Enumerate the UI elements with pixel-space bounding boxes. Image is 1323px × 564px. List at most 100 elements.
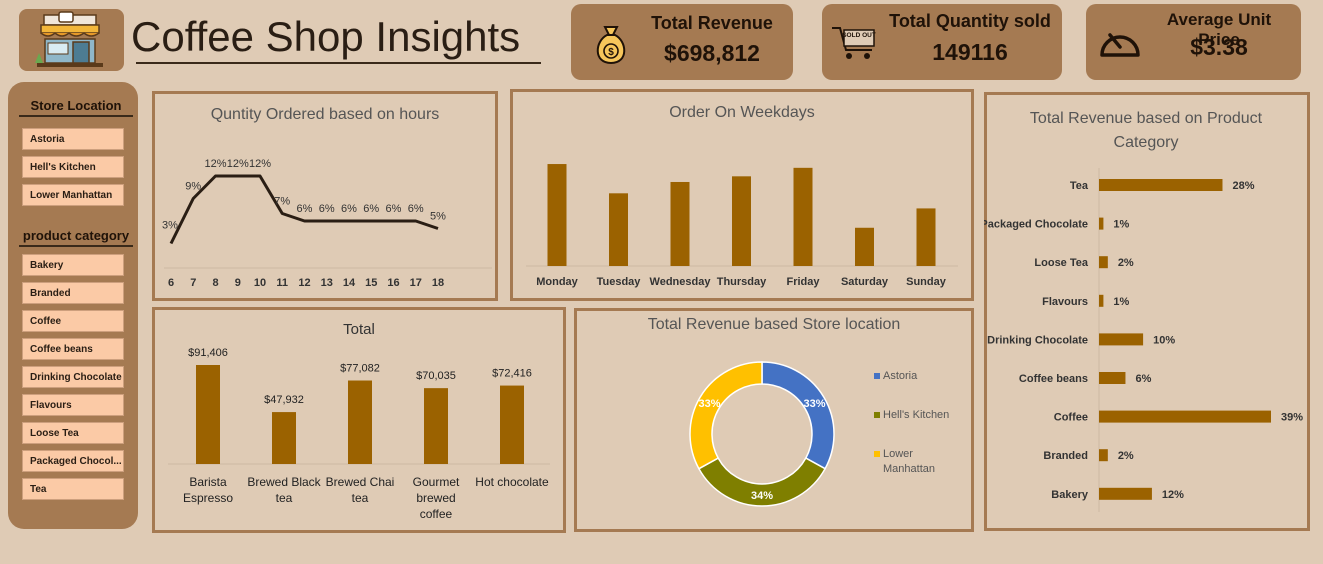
total-tick-label: Brewed Chai tea (326, 475, 395, 505)
hours-data-label: 6% (363, 203, 379, 215)
weekdays-tick-label: Saturday (841, 276, 889, 288)
slicer-location-item[interactable]: Lower Manhattan (22, 184, 124, 206)
category-tick-label: Coffee beans (1019, 373, 1088, 385)
category-tick-label: Bakery (1051, 489, 1089, 501)
store-location-underline (19, 115, 133, 117)
hours-tick-label: 6 (168, 277, 174, 289)
kpi-revenue-label: Total Revenue (651, 13, 773, 33)
store-legend-swatch (874, 412, 880, 418)
category-bar (1099, 256, 1108, 269)
category-tick-label: Loose Tea (1034, 257, 1088, 269)
category-data-label: 2% (1118, 257, 1134, 269)
hours-tick-label: 18 (432, 277, 444, 289)
category-data-label: 6% (1135, 373, 1151, 385)
slicer-category-item[interactable]: Tea (22, 478, 124, 500)
store-legend-swatch (874, 451, 880, 457)
total-bar (500, 385, 524, 464)
slicer-category-item[interactable]: Bakery (22, 254, 124, 276)
slicer-location-item[interactable]: Astoria (22, 128, 124, 150)
category-bar (1099, 179, 1223, 191)
hours-tick-label: 10 (254, 277, 266, 289)
weekdays-bar (547, 164, 567, 266)
hours-tick-label: 12 (298, 277, 310, 289)
total-data-label: $77,082 (340, 363, 380, 375)
store-location-heading: Store Location (30, 98, 122, 113)
weekdays-tick-label: Tuesday (597, 276, 642, 288)
hours-data-label: 3% (162, 220, 178, 232)
weekdays-tick-label: Wednesday (650, 276, 712, 288)
total-bar (196, 365, 220, 464)
store-legend-label: Astoria (883, 370, 918, 382)
total-data-label: $47,932 (264, 394, 304, 406)
hours-data-label: 6% (408, 203, 424, 215)
hours-data-label: 7% (274, 196, 290, 208)
weekdays-bar (916, 208, 936, 266)
shopping-cart-icon: SOLD OUT (832, 27, 876, 59)
slicer-location-item[interactable]: Hell's Kitchen (22, 156, 124, 178)
store-legend-label: Lower (883, 448, 913, 460)
total-bar (348, 380, 372, 464)
store-donut-slice (761, 361, 835, 470)
weekdays-tick-label: Monday (536, 276, 578, 288)
hours-tick-label: 9 (235, 277, 241, 289)
category-bar (1099, 333, 1144, 346)
category-data-label: 2% (1118, 450, 1134, 462)
weekdays-bar (670, 181, 690, 266)
kpi-revenue-value: $698,812 (664, 40, 760, 66)
store-donut-slice (689, 361, 763, 470)
sold-out-badge: SOLD OUT (842, 32, 876, 39)
money-bag-icon: $ (596, 26, 626, 65)
coffee-shop-icon (35, 11, 103, 67)
hours-tick-label: 17 (410, 277, 422, 289)
category-data-label: 1% (1113, 296, 1129, 308)
total-data-label: $72,416 (492, 368, 532, 380)
slicer-category-item[interactable]: Loose Tea (22, 422, 124, 444)
category-bar (1099, 217, 1104, 230)
category-bar (1099, 410, 1271, 423)
category-data-label: 39% (1281, 412, 1303, 424)
slicer-category-item[interactable]: Drinking Chocolate (22, 366, 124, 388)
category-bar (1099, 372, 1126, 384)
store-data-label: 33% (698, 398, 720, 410)
total-bar (272, 412, 296, 464)
total-bar (424, 388, 448, 464)
category-data-label: 12% (1162, 489, 1184, 501)
slicer-category-item[interactable]: Branded (22, 282, 124, 304)
hours-tick-label: 13 (321, 277, 333, 289)
hours-data-label: 12% (249, 158, 271, 170)
weekdays-tick-label: Sunday (906, 276, 947, 288)
weekdays-bar (732, 176, 751, 266)
weekdays-bar (609, 193, 628, 266)
hours-data-label: 12% (204, 158, 226, 170)
hours-data-label: 5% (430, 211, 446, 223)
speedometer-icon (1100, 33, 1140, 57)
kpi-total-quantity: SOLD OUT Total Quantity sold 149116 (822, 4, 1062, 80)
slicer-category-item[interactable]: Coffee (22, 310, 124, 332)
hours-line-chart: 3% 6 9% 7 12% 8 12% 9 12% 10 7% 11 6% 12 6% 13 6% 14 6% 15 6… (162, 158, 492, 289)
kpi-quantity-value: 149116 (932, 39, 1008, 65)
kpi-average-price: Average Unit Price $3.38 (1086, 4, 1301, 80)
category-data-label: 10% (1153, 334, 1175, 346)
slicer-category-item[interactable]: Flavours (22, 394, 124, 416)
slicer-category-item[interactable]: Packaged Chocol... (22, 450, 124, 472)
kpi-price-value: $3.38 (1190, 34, 1248, 60)
category-tick-label: Tea (1070, 180, 1089, 192)
category-tick-label: Flavours (1042, 296, 1088, 308)
svg-text:$: $ (608, 47, 614, 58)
total-bar-chart: $91,406 Barista Espresso $47,932 Brewed Blac… (168, 347, 550, 521)
weekdays-bar (855, 227, 874, 266)
hours-data-label: 6% (341, 203, 357, 215)
hours-data-label: 6% (386, 203, 402, 215)
slicer-category-item[interactable]: Coffee beans (22, 338, 124, 360)
store-donut-chart: 33% 34% 33% Astoria Hell's Kitchen Lower Manha… (689, 361, 949, 507)
hours-tick-label: 7 (190, 277, 196, 289)
weekdays-bar (793, 167, 813, 266)
category-tick-label: Coffee (1054, 412, 1088, 424)
weekdays-bar-chart: Monday Tuesday Wednesday Thursday Friday Satu… (526, 164, 958, 288)
hours-data-label: 12% (227, 158, 249, 170)
hours-tick-label: 8 (212, 277, 218, 289)
category-bar (1099, 294, 1104, 307)
product-category-heading: product category (22, 228, 130, 243)
hours-tick-label: 16 (387, 277, 399, 289)
category-bar-chart: Tea 28% Packaged Chocolate 1% Loose Tea 2% Fla… (984, 168, 1303, 512)
